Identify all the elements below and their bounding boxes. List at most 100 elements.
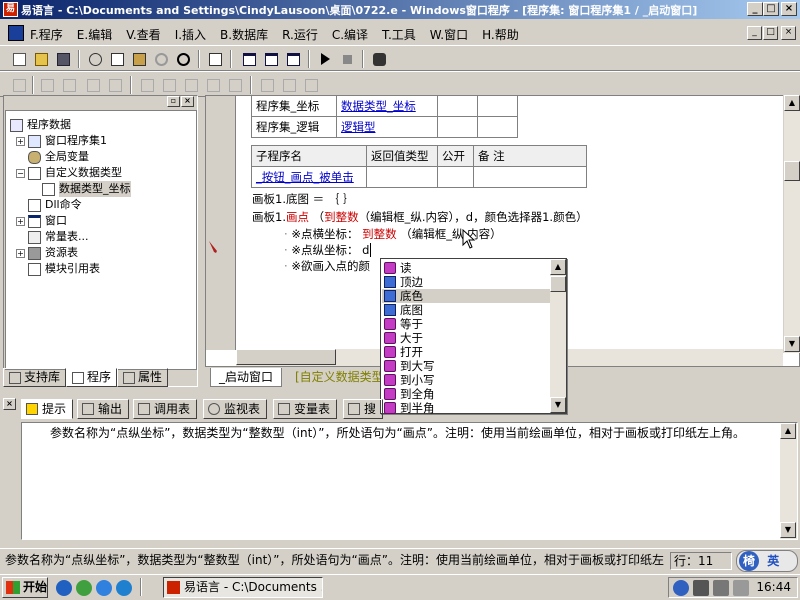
tab-variables[interactable]: 变量表 — [273, 399, 338, 419]
new-file-button[interactable] — [10, 50, 28, 68]
hint-scrollbar[interactable]: ▲ ▼ — [780, 423, 797, 539]
tab-custom-data-types[interactable]: [自定义数据类型 — [287, 368, 392, 387]
tree-node-modules[interactable]: 模块引用表 — [28, 261, 100, 277]
code-line[interactable]: 画板1.画点 （到整数（编辑框_纵.内容），d，颜色选择器1.颜色） — [252, 209, 588, 225]
align-right-button[interactable] — [60, 76, 78, 94]
tab-search[interactable]: 搜 — [343, 399, 384, 419]
tab-startup-window[interactable]: _启动窗口 — [210, 368, 283, 387]
autocomplete-popup[interactable]: 读顶边 底色 底图 等于 大于 打开 到大写 到小写 到全角 到半角 ▲ ▼ — [380, 258, 567, 415]
tree-node-assembly[interactable]: + 窗口程序集1 — [16, 133, 107, 149]
menu-database[interactable]: B.数据库 — [220, 26, 268, 43]
maximize-button[interactable]: □ — [763, 2, 779, 16]
open-button[interactable] — [32, 50, 50, 68]
copy-button[interactable] — [108, 50, 126, 68]
tab-output[interactable]: 输出 — [77, 399, 130, 419]
empty-cell[interactable] — [437, 95, 478, 117]
var-type-cell[interactable]: 逻辑型 — [336, 116, 438, 138]
scroll-up-button[interactable]: ▲ — [784, 95, 800, 111]
scroll-thumb[interactable] — [550, 276, 566, 292]
start-button[interactable]: 开始 — [2, 577, 48, 598]
menu-view[interactable]: V.查看 — [126, 26, 160, 43]
same-width-button[interactable] — [138, 76, 156, 94]
empty-cell[interactable] — [437, 116, 478, 138]
empty-cell[interactable] — [477, 95, 518, 117]
v-spacing-button[interactable] — [226, 76, 244, 94]
menu-compile[interactable]: C.编译 — [332, 26, 368, 43]
menu-run[interactable]: R.运行 — [282, 26, 318, 43]
cut-button[interactable] — [86, 50, 104, 68]
tray-app-icon[interactable] — [733, 580, 749, 596]
mdi-restore-button[interactable]: □ — [763, 26, 778, 40]
align-center-button[interactable] — [38, 76, 56, 94]
tab-program[interactable]: 程序 — [66, 368, 118, 387]
layout-3-button[interactable] — [284, 50, 302, 68]
sub-name-cell[interactable]: _按钮_画点_被单击 — [251, 166, 367, 188]
param-input[interactable]: d — [362, 243, 372, 257]
autocomplete-item[interactable]: 等于 — [382, 317, 550, 331]
param-line[interactable]: · ※点纵坐标： d — [284, 242, 372, 258]
paste-button[interactable] — [130, 50, 148, 68]
tree-node-coord-type[interactable]: 数据类型_坐标 — [42, 181, 131, 197]
tree-node-root[interactable]: 程序数据 — [10, 117, 71, 133]
scroll-thumb[interactable] — [784, 161, 800, 181]
menu-window[interactable]: W.窗口 — [430, 26, 468, 43]
volume-icon[interactable] — [713, 580, 729, 596]
scroll-down-button[interactable]: ▼ — [784, 336, 800, 352]
layout-1-button[interactable] — [240, 50, 258, 68]
empty-cell[interactable] — [366, 166, 438, 188]
scroll-down-button[interactable]: ▼ — [780, 522, 796, 538]
autocomplete-item[interactable]: 读 — [382, 261, 550, 275]
param-line[interactable]: · ※欲画入点的颜 — [284, 258, 370, 274]
browser-icon[interactable] — [116, 580, 132, 596]
menu-edit[interactable]: E.编辑 — [77, 26, 112, 43]
tree-node-resources[interactable]: + 资源表 — [16, 245, 78, 261]
ime-indicator[interactable]: 椅 英 — [736, 550, 798, 572]
autocomplete-item[interactable]: 大于 — [382, 331, 550, 345]
mdi-minimize-button[interactable]: _ — [747, 26, 762, 40]
code-line[interactable]: 画板1.底图 ＝ ｛ ｝ — [252, 191, 354, 207]
scroll-thumb[interactable] — [236, 349, 336, 365]
panel-close-button[interactable]: × — [3, 398, 16, 410]
tab-call-stack[interactable]: 调用表 — [133, 399, 198, 419]
expand-toggle[interactable]: + — [16, 248, 25, 258]
h-spacing-button[interactable] — [204, 76, 222, 94]
same-height-button[interactable] — [160, 76, 178, 94]
center-h-button[interactable] — [258, 76, 276, 94]
tree-node-windows[interactable]: + 窗口 — [16, 213, 67, 229]
var-type-cell[interactable]: 数据类型_坐标 — [336, 95, 438, 117]
run-button[interactable] — [316, 50, 334, 68]
mdi-close-button[interactable]: × — [781, 26, 796, 40]
autocomplete-item[interactable]: 底图 — [382, 303, 550, 317]
same-size-button[interactable] — [182, 76, 200, 94]
menu-help[interactable]: H.帮助 — [482, 26, 519, 43]
find-button[interactable] — [206, 50, 224, 68]
var-name-cell[interactable]: 程序集_坐标 — [251, 95, 337, 117]
quicklaunch-icon[interactable] — [76, 580, 92, 596]
autocomplete-item[interactable]: 底色 — [382, 289, 550, 303]
empty-cell[interactable] — [477, 116, 518, 138]
align-top-button[interactable] — [84, 76, 102, 94]
stop-button[interactable] — [338, 50, 356, 68]
autocomplete-item[interactable]: 打开 — [382, 345, 550, 359]
tree-node-globals[interactable]: 全局变量 — [28, 149, 89, 165]
panel-grip[interactable]: × — [3, 398, 17, 546]
document-icon[interactable] — [8, 25, 24, 41]
panel-float-button[interactable]: ▫ — [167, 96, 180, 107]
expand-toggle[interactable]: + — [16, 136, 25, 146]
tab-properties[interactable]: 属性 — [117, 368, 169, 387]
grid-button[interactable] — [302, 76, 320, 94]
expand-toggle[interactable]: + — [16, 216, 25, 226]
center-v-button[interactable] — [280, 76, 298, 94]
autocomplete-item[interactable]: 到小写 — [382, 373, 550, 387]
var-name-cell[interactable]: 程序集_逻辑 — [251, 116, 337, 138]
empty-cell[interactable] — [473, 166, 587, 188]
align-bottom-button[interactable] — [106, 76, 124, 94]
redo-button[interactable] — [152, 50, 170, 68]
tab-hint[interactable]: 提示 — [21, 399, 74, 419]
ie-icon[interactable] — [56, 580, 72, 596]
media-icon[interactable] — [96, 580, 112, 596]
code-vertical-scrollbar[interactable]: ▲ ▼ — [783, 95, 800, 353]
scroll-up-button[interactable]: ▲ — [550, 259, 566, 275]
collapse-toggle[interactable]: − — [16, 168, 25, 178]
tree-node-custom-types[interactable]: − 自定义数据类型 — [16, 165, 122, 181]
